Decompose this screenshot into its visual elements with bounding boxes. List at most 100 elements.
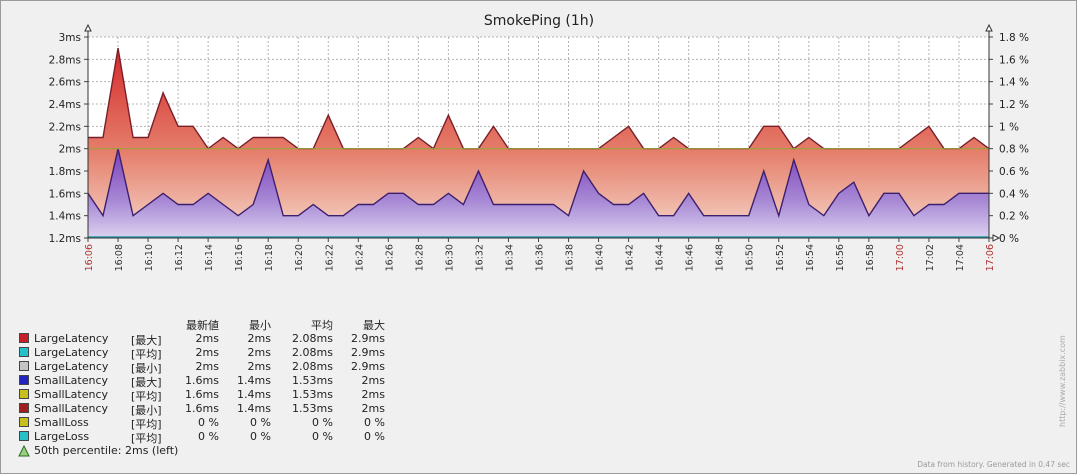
x-tick-label: 17:04 <box>955 244 966 271</box>
x-tick-label: 16:18 <box>264 244 275 271</box>
legend-value: 0 % <box>364 416 385 429</box>
y-axis-right-labels: 0 % 0.2 % 0.4 % 0.6 % 0.8 % 1 % 1.2 % 1.4 % 1.6 … <box>999 32 1029 245</box>
legend-swatch <box>19 417 29 427</box>
legend-value: 0 % <box>364 430 385 443</box>
y-right-tick-label: 0.8 % <box>999 144 1029 156</box>
legend-swatch <box>19 403 29 413</box>
x-tick-label: 16:08 <box>114 244 125 271</box>
legend-value: 1.53ms <box>292 402 333 415</box>
legend-value: 2ms <box>361 402 385 415</box>
x-tick-label: 16:30 <box>444 244 455 271</box>
legend-value: 0 % <box>198 416 219 429</box>
x-tick-label: 16:40 <box>595 244 606 271</box>
legend-value: 1.4ms <box>237 374 271 387</box>
legend-value: 2.08ms <box>292 360 333 373</box>
y-right-tick-label: 0.4 % <box>999 188 1029 200</box>
y-right-tick-label: 1.6 % <box>999 54 1029 66</box>
legend-value: 1.4ms <box>237 402 271 415</box>
legend-header: 最新値 <box>186 319 219 332</box>
y-right-tick-label: 1 % <box>999 121 1019 133</box>
x-tick-label: 16:44 <box>655 244 666 271</box>
legend-value: 2.9ms <box>351 346 385 359</box>
x-tick-label: 16:12 <box>174 244 185 271</box>
legend-swatch <box>19 375 29 385</box>
legend-header: 最小 <box>249 319 271 332</box>
legend-swatch <box>19 389 29 399</box>
legend-swatch <box>19 431 29 441</box>
legend-series-name: SmallLatency <box>34 402 109 415</box>
legend-swatch <box>19 347 29 357</box>
legend-value: 2ms <box>247 332 271 345</box>
legend-value: 1.53ms <box>292 388 333 401</box>
x-tick-label: 16:58 <box>865 244 876 271</box>
y-right-tick-label: 1.2 % <box>999 99 1029 111</box>
x-axis-labels: 16:06 16:08 16:10 16:12 16:14 16:16 16:18 16:20… <box>84 244 996 271</box>
x-tick-label: 16:28 <box>414 244 425 271</box>
y-right-tick-label: 0.2 % <box>999 211 1029 223</box>
y-right-tick-label: 0 % <box>999 233 1019 245</box>
legend-value: 2ms <box>361 374 385 387</box>
legend-series-name: SmallLoss <box>34 416 89 429</box>
legend-series-name: LargeLatency <box>34 332 109 345</box>
x-tick-label: 16:10 <box>144 244 155 271</box>
x-tick-label: 16:06 <box>84 244 95 271</box>
y-left-tick-label: 2.8ms <box>49 54 81 66</box>
chart: SmokePing (1h) 1.2ms 1.4ms 1.6ms 1.8ms 2ms 2.… <box>49 13 1029 271</box>
legend-value: 2ms <box>247 360 271 373</box>
legend-value: 0 % <box>198 430 219 443</box>
legend-series-name: LargeLatency <box>34 346 109 359</box>
graph-frame: SmokePing (1h) 1.2ms 1.4ms 1.6ms 1.8ms 2ms 2.… <box>0 0 1077 474</box>
y-axis-left-arrow <box>84 23 92 32</box>
y-axis-right-arrow <box>985 23 993 32</box>
legend-swatch <box>19 333 29 343</box>
x-tick-label: 16:50 <box>745 244 756 271</box>
legend-swatch <box>19 361 29 371</box>
x-tick-label: 16:42 <box>625 244 636 271</box>
y-left-tick-label: 3ms <box>59 32 81 44</box>
footer-note: Data from history. Generated in 0.47 sec <box>917 460 1070 469</box>
legend-value: 1.6ms <box>185 374 219 387</box>
legend-value: 2ms <box>361 388 385 401</box>
x-tick-label: 17:00 <box>895 244 906 271</box>
x-tick-label: 16:24 <box>354 244 365 271</box>
legend-percentile-label: 50th percentile: 2ms (left) <box>34 444 179 457</box>
x-tick-label: 16:22 <box>324 244 335 271</box>
x-tick-label: 16:46 <box>685 244 696 271</box>
x-tick-label: 16:36 <box>535 244 546 271</box>
legend-value: 1.6ms <box>185 388 219 401</box>
x-tick-label: 16:38 <box>565 244 576 271</box>
y-right-tick-label: 1.8 % <box>999 32 1029 44</box>
y-right-tick-label: 0.6 % <box>999 166 1029 178</box>
x-tick-label: 16:16 <box>234 244 245 271</box>
x-tick-label: 16:32 <box>474 244 485 271</box>
legend-value: 0 % <box>250 416 271 429</box>
legend-value: 2ms <box>195 332 219 345</box>
x-tick-label: 16:48 <box>715 244 726 271</box>
y-left-tick-label: 1.4ms <box>49 211 81 223</box>
x-tick-label: 16:14 <box>204 244 215 271</box>
legend-value: 2ms <box>195 360 219 373</box>
legend-series-name: SmallLatency <box>34 374 109 387</box>
y-left-tick-label: 1.8ms <box>49 166 81 178</box>
legend-value: 2ms <box>247 346 271 359</box>
legend-series-name: LargeLoss <box>34 430 90 443</box>
y-left-tick-label: 1.2ms <box>49 233 81 245</box>
legend-value: 2.08ms <box>292 346 333 359</box>
x-tick-label: 16:52 <box>775 244 786 271</box>
y-left-tick-label: 1.6ms <box>49 188 81 200</box>
legend-series-name: LargeLatency <box>34 360 109 373</box>
x-tick-label: 16:26 <box>384 244 395 271</box>
y-axis-left-labels: 1.2ms 1.4ms 1.6ms 1.8ms 2ms 2.2ms 2.4ms 2.6ms 2.… <box>49 32 81 245</box>
legend-value: 0 % <box>312 430 333 443</box>
legend-header: 平均 <box>311 319 333 332</box>
legend-value: 2ms <box>195 346 219 359</box>
legend-series-name: SmallLatency <box>34 388 109 401</box>
legend-value: 0 % <box>250 430 271 443</box>
svg-text:http://www.zabbix.com: http://www.zabbix.com <box>1058 335 1067 427</box>
legend-value: 1.4ms <box>237 388 271 401</box>
y-left-tick-label: 2.4ms <box>49 99 81 111</box>
y-left-tick-label: 2ms <box>59 144 81 156</box>
percentile-marker-icon <box>18 445 30 457</box>
legend-value: 1.53ms <box>292 374 333 387</box>
watermark: http://www.zabbix.com <box>1056 319 1068 429</box>
